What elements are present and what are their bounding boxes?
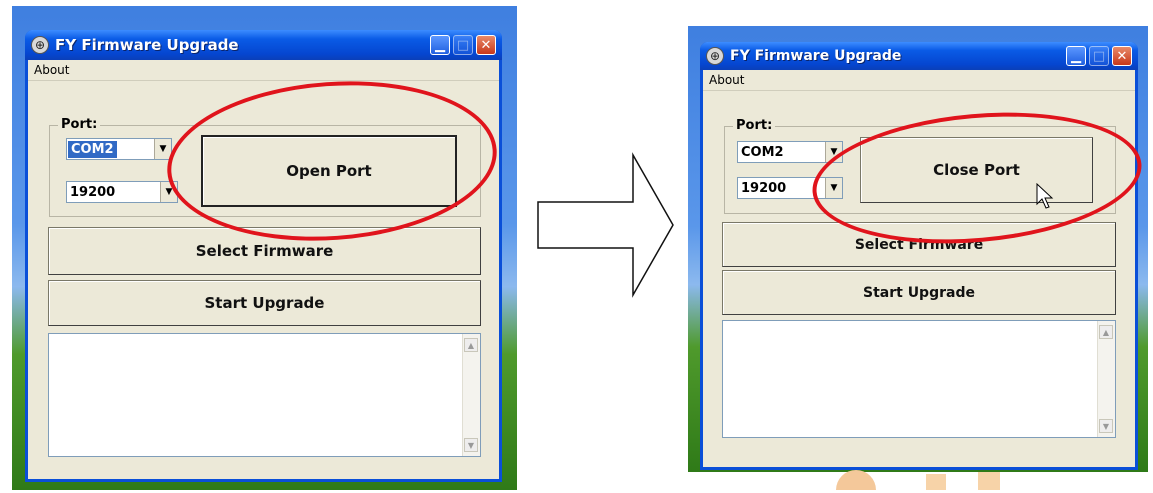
port-value: COM2 — [741, 144, 784, 160]
maximize-button: □ — [453, 35, 473, 55]
scroll-up-icon[interactable]: ▲ — [1099, 325, 1113, 339]
maximize-icon: □ — [456, 37, 470, 53]
close-button[interactable]: ✕ — [476, 35, 496, 55]
mouse-pointer-icon — [1036, 183, 1054, 209]
minimize-icon: ▁ — [1071, 48, 1081, 64]
minimize-icon: ▁ — [435, 37, 445, 53]
start-upgrade-button[interactable]: Start Upgrade — [722, 270, 1116, 315]
menu-item-about[interactable]: About — [709, 73, 744, 87]
start-upgrade-button[interactable]: Start Upgrade — [48, 280, 481, 326]
decorative-shape — [978, 472, 1000, 490]
maximize-button: □ — [1089, 46, 1109, 66]
close-button[interactable]: ✕ — [1112, 46, 1132, 66]
decorative-shape — [926, 474, 946, 490]
minimize-button[interactable]: ▁ — [1066, 46, 1086, 66]
baud-select[interactable]: 19200 ▼ — [66, 181, 178, 203]
port-select[interactable]: COM2 ▼ — [66, 138, 172, 160]
close-icon: ✕ — [1116, 48, 1128, 64]
port-select[interactable]: COM2 ▼ — [737, 141, 843, 163]
scroll-down-icon[interactable]: ▼ — [1099, 419, 1113, 433]
maximize-icon: □ — [1092, 48, 1106, 64]
title-bar[interactable]: ⊕ FY Firmware Upgrade ▁ □ ✕ — [25, 30, 502, 60]
close-icon: ✕ — [480, 37, 492, 53]
scroll-down-icon[interactable]: ▼ — [464, 438, 478, 452]
decorative-shape — [836, 470, 876, 490]
log-textarea[interactable]: ▲ ▼ — [722, 320, 1116, 438]
menu-bar: About — [703, 70, 1135, 91]
port-label: Port: — [733, 118, 776, 133]
minimize-button[interactable]: ▁ — [430, 35, 450, 55]
vertical-scrollbar[interactable]: ▲ ▼ — [462, 334, 480, 456]
menu-bar: About — [28, 60, 499, 81]
window-title: FY Firmware Upgrade — [730, 48, 902, 64]
title-bar[interactable]: ⊕ FY Firmware Upgrade ▁ □ ✕ — [700, 42, 1138, 70]
vertical-scrollbar[interactable]: ▲ ▼ — [1097, 321, 1115, 437]
baud-value: 19200 — [70, 184, 116, 200]
firmware-upgrade-window-after: ⊕ FY Firmware Upgrade ▁ □ ✕ About Port: … — [700, 42, 1138, 470]
port-label: Port: — [58, 117, 101, 132]
window-title: FY Firmware Upgrade — [55, 36, 239, 54]
right-arrow-icon — [537, 152, 674, 298]
log-textarea[interactable]: ▲ ▼ — [48, 333, 481, 457]
app-globe-icon: ⊕ — [31, 36, 49, 54]
menu-item-about[interactable]: About — [34, 63, 69, 77]
scroll-up-icon[interactable]: ▲ — [464, 338, 478, 352]
port-value: COM2 — [68, 140, 117, 158]
app-globe-icon: ⊕ — [706, 47, 724, 65]
